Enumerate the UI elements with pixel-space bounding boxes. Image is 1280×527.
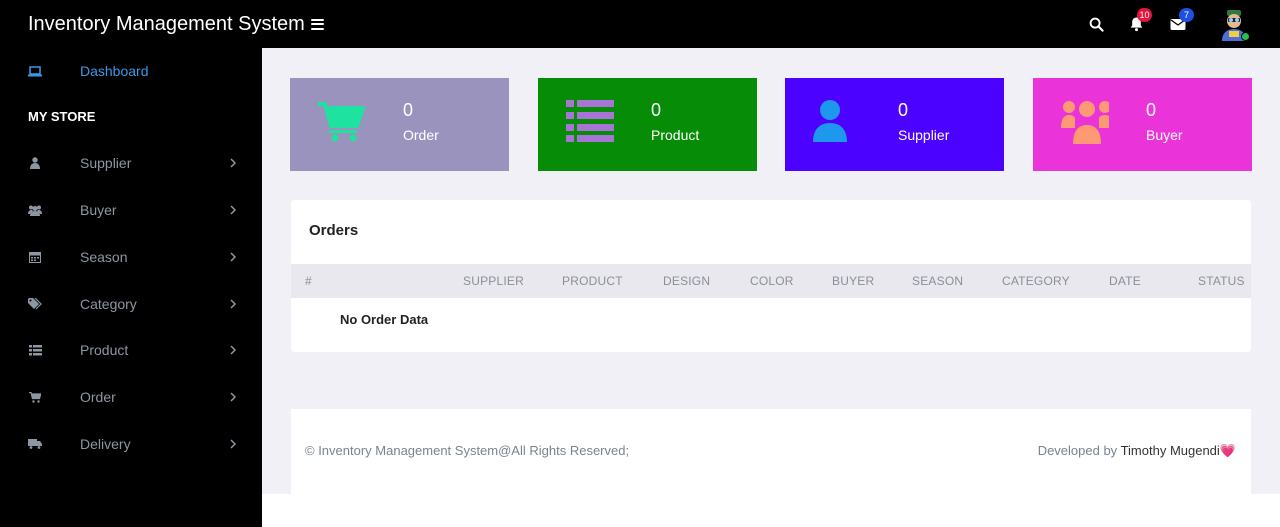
sidebar-item-label: Dashboard — [80, 63, 149, 79]
stat-count: 0 — [403, 100, 414, 120]
cart-icon — [28, 390, 42, 404]
users-icon — [28, 203, 42, 217]
sidebar-item-product[interactable]: Product — [0, 330, 262, 370]
developer-credit: Developed by Timothy Mugendi💗 — [1038, 443, 1236, 459]
sidebar-item-label: Buyer — [80, 202, 117, 218]
cart-icon — [318, 102, 365, 142]
sidebar-item-label: Product — [80, 342, 129, 358]
users-icon — [1061, 101, 1109, 144]
orders-panel: Orders # SUPPLIER PRODUCT DESIGN COLOR B… — [291, 200, 1251, 352]
orders-table-header: # SUPPLIER PRODUCT DESIGN COLOR BUYER SE… — [291, 264, 1251, 298]
tags-icon — [28, 297, 42, 311]
sidebar-item-label: Category — [80, 296, 137, 312]
empty-table-message: No Order Data — [340, 312, 429, 327]
sidebar-item-dashboard[interactable]: Dashboard — [0, 51, 262, 91]
sidebar-item-label: Order — [80, 389, 116, 405]
chevron-right-icon — [230, 439, 237, 449]
sidebar-item-supplier[interactable]: Supplier — [0, 143, 262, 183]
list-icon — [28, 343, 42, 357]
calendar-icon — [28, 250, 42, 264]
column-header: PRODUCT — [562, 274, 623, 288]
stat-label: Order — [403, 127, 439, 143]
stat-card-buyer[interactable]: 0 Buyer — [1033, 78, 1252, 171]
copyright-text: © Inventory Management System@All Rights… — [305, 443, 630, 458]
user-icon — [813, 100, 847, 142]
sidebar-section-heading: MY STORE — [28, 109, 96, 124]
column-header: DATE — [1109, 274, 1141, 288]
sidebar-item-buyer[interactable]: Buyer — [0, 190, 262, 230]
developed-by-label: Developed by — [1037, 443, 1118, 458]
column-header: # — [305, 274, 312, 288]
stat-card-product[interactable]: 0 Product — [538, 78, 757, 171]
notifications-badge: 10 — [1137, 8, 1152, 22]
stat-label: Product — [651, 127, 700, 143]
chevron-right-icon — [230, 299, 237, 309]
brand: Inventory Management System — [0, 13, 324, 36]
sidebar-item-label: Season — [80, 249, 128, 265]
sidebar-item-label: Supplier — [80, 155, 132, 171]
messages-envelope-icon[interactable]: 7 — [1167, 8, 1194, 35]
list-icon — [566, 100, 614, 142]
stat-card-supplier[interactable]: 0 Supplier — [785, 78, 1004, 171]
column-header: BUYER — [832, 274, 875, 288]
chevron-right-icon — [230, 158, 237, 168]
menu-toggle-icon[interactable] — [310, 18, 324, 30]
search-icon[interactable] — [1085, 13, 1107, 35]
messages-badge: 7 — [1179, 8, 1194, 22]
stat-count: 0 — [1146, 100, 1157, 120]
column-header: DESIGN — [663, 274, 711, 288]
chevron-right-icon — [230, 252, 237, 262]
column-header: SUPPLIER — [463, 274, 524, 288]
sidebar-item-category[interactable]: Category — [0, 284, 262, 324]
stat-card-order[interactable]: 0 Order — [290, 78, 509, 171]
user-avatar[interactable] — [1219, 9, 1250, 41]
sidebar-item-order[interactable]: Order — [0, 377, 262, 417]
user-icon — [28, 156, 42, 170]
stat-label: Supplier — [898, 127, 950, 143]
online-status-dot — [1241, 32, 1250, 41]
column-header: COLOR — [750, 274, 794, 288]
stat-count: 0 — [898, 100, 909, 120]
truck-icon — [28, 437, 42, 451]
stat-count: 0 — [651, 100, 662, 120]
sidebar-item-label: Delivery — [80, 436, 131, 452]
laptop-icon — [28, 64, 42, 78]
stat-label: Buyer — [1146, 127, 1183, 143]
notifications-bell-icon[interactable]: 10 — [1125, 8, 1152, 35]
heart-icon: 💗 — [1219, 443, 1236, 458]
column-header: STATUS — [1198, 274, 1245, 288]
chevron-right-icon — [230, 205, 237, 215]
chevron-right-icon — [230, 345, 237, 355]
sidebar-item-delivery[interactable]: Delivery — [0, 424, 262, 464]
sidebar: Dashboard MY STORE Supplier Buyer Season… — [0, 48, 262, 527]
orders-title: Orders — [309, 222, 359, 239]
column-header: CATEGORY — [1002, 274, 1070, 288]
developer-name[interactable]: Timothy Mugendi — [1121, 443, 1220, 458]
footer: © Inventory Management System@All Rights… — [291, 409, 1251, 494]
main-content: 0 Order 0 Product 0 Supplier 0 Buyer Ord… — [262, 48, 1280, 494]
column-header: SEASON — [912, 274, 964, 288]
app-title: Inventory Management System — [28, 12, 305, 35]
chevron-right-icon — [230, 392, 237, 402]
sidebar-item-season[interactable]: Season — [0, 237, 262, 277]
